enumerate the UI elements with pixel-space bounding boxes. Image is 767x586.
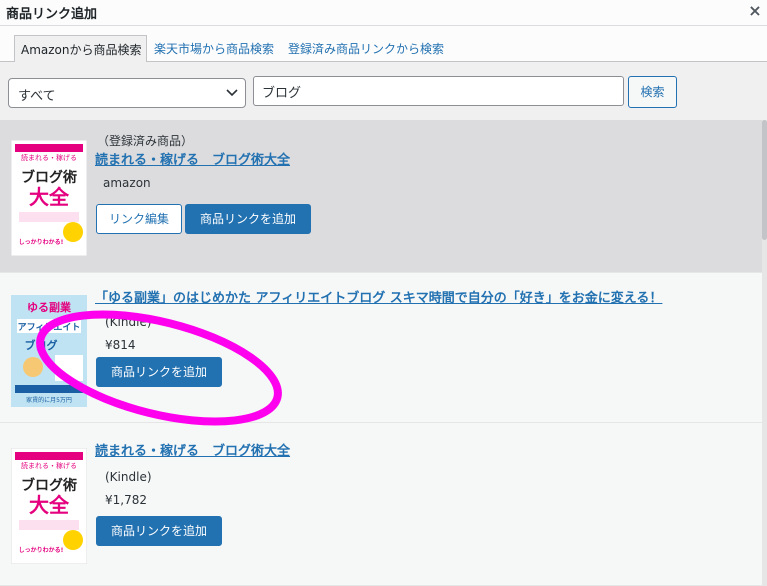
- search-button[interactable]: 検索: [628, 76, 677, 108]
- chevron-down-icon: [226, 89, 238, 97]
- cover-main-text-2: 大全: [29, 185, 70, 209]
- tab-registered-search[interactable]: 登録済み商品リンクから検索: [282, 35, 447, 62]
- dialog-titlebar: 商品リンク追加 ×: [0, 0, 767, 26]
- cover-main-text: ブログ術: [21, 477, 77, 494]
- results-scrollbar[interactable]: [762, 120, 767, 586]
- item-title-link[interactable]: 読まれる・稼げる ブログ術大全: [95, 149, 290, 168]
- item-price: ¥814: [105, 338, 136, 352]
- search-source-tabs: Amazonから商品検索 楽天市場から商品検索 登録済み商品リンクから検索: [0, 26, 767, 63]
- scrollbar-thumb[interactable]: [762, 120, 767, 240]
- tab-amazon-search[interactable]: Amazonから商品検索: [14, 35, 147, 63]
- edit-link-button[interactable]: リンク編集: [96, 204, 182, 234]
- cover-top-text: 読まれる・稼げる: [21, 153, 77, 162]
- book-cover-image: ゆる副業 アフィリエイト ブログ 家賃的に月5万円: [11, 295, 87, 407]
- item-status: (Kindle): [105, 470, 152, 484]
- keyword-input[interactable]: [253, 76, 624, 106]
- item-title-link[interactable]: 読まれる・稼げる ブログ術大全: [95, 440, 290, 459]
- cover-top-text: 読まれる・稼げる: [21, 461, 77, 470]
- close-icon[interactable]: ×: [747, 2, 763, 20]
- book-cover-image: 読まれる・稼げる ブログ術 大全 しっかりわかる!: [11, 140, 87, 256]
- cover-main-text-2: ブログ: [25, 338, 58, 352]
- item-source: amazon: [103, 176, 151, 190]
- book-cover-image: 読まれる・稼げる ブログ術 大全 しっかりわかる!: [11, 448, 87, 564]
- list-item: 読まれる・稼げる ブログ術 大全 しっかりわかる! （登録済み商品） 読まれる・…: [0, 120, 762, 273]
- cover-main-text: アフィリエイト: [18, 322, 81, 333]
- add-product-link-button[interactable]: 商品リンクを追加: [96, 357, 222, 387]
- cover-bottom-text: しっかりわかる!: [19, 238, 64, 246]
- cover-bottom-text: 家賃的に月5万円: [26, 396, 72, 404]
- cover-top-text: ゆる副業: [27, 300, 72, 314]
- list-item: 読まれる・稼げる ブログ術 大全 しっかりわかる! 読まれる・稼げる ブログ術大…: [0, 423, 762, 586]
- item-price: ¥1,782: [105, 493, 147, 507]
- add-product-link-button[interactable]: 商品リンクを追加: [96, 516, 222, 546]
- item-status: （登録済み商品）: [97, 134, 194, 148]
- item-title-link[interactable]: 「ゆる副業」のはじめかた アフィリエイトブログ スキマ時間で自分の「好き」をお金…: [95, 287, 662, 306]
- results-list: 読まれる・稼げる ブログ術 大全 しっかりわかる! （登録済み商品） 読まれる・…: [0, 120, 762, 586]
- list-item: ゆる副業 アフィリエイト ブログ 家賃的に月5万円 「ゆる副業」のはじめかた ア…: [0, 273, 762, 423]
- category-select-value: すべて: [18, 89, 56, 104]
- cover-main-text: ブログ術: [21, 169, 77, 186]
- tab-rakuten-search[interactable]: 楽天市場から商品検索: [148, 35, 278, 62]
- category-select[interactable]: すべて: [8, 78, 246, 108]
- search-row: すべて 検索: [0, 62, 767, 120]
- add-product-link-button[interactable]: 商品リンクを追加: [185, 204, 311, 234]
- dialog-title: 商品リンク追加: [6, 7, 98, 22]
- item-status: (Kindle): [105, 315, 152, 329]
- cover-bottom-text: しっかりわかる!: [19, 546, 64, 554]
- cover-main-text-2: 大全: [29, 493, 70, 517]
